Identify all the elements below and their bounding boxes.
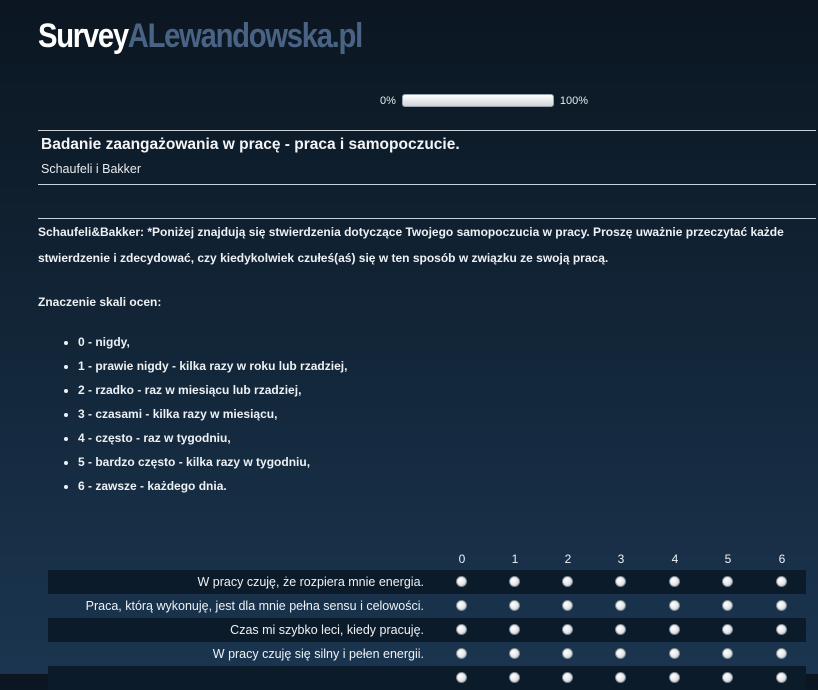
rating-radio-3[interactable] — [615, 576, 626, 587]
rating-radio-0[interactable] — [456, 576, 467, 587]
rating-radio-5[interactable] — [722, 576, 733, 587]
column-header-5: 5 — [724, 552, 732, 566]
scale-heading: Znaczenie skali ocen: — [38, 295, 162, 309]
scale-item: 4 - często - raz w tygodniu, — [78, 428, 347, 452]
survey-subtitle: Schaufeli i Bakker — [41, 162, 142, 176]
matrix-row — [48, 666, 806, 690]
description-text: Schaufeli&Bakker: *Poniżej znajdują się … — [38, 225, 784, 265]
rating-radio-2[interactable] — [562, 576, 573, 587]
column-header-4: 4 — [671, 552, 679, 566]
rating-radio-2[interactable] — [562, 624, 573, 635]
rating-radio-0[interactable] — [456, 624, 467, 635]
rating-radio-0[interactable] — [456, 600, 467, 611]
rating-radio-2[interactable] — [562, 648, 573, 659]
rating-radio-6[interactable] — [776, 648, 787, 659]
matrix-row: Praca, którą wykonuję, jest dla mnie peł… — [48, 594, 806, 618]
rating-radio-5[interactable] — [722, 600, 733, 611]
survey-title: Badanie zaangażowania w pracę - praca i … — [41, 136, 460, 153]
site-logo: SurveyALewandowska.pl — [38, 16, 363, 56]
rating-radio-4[interactable] — [669, 576, 680, 587]
matrix-row: Czas mi szybko leci, kiedy pracuję. — [48, 618, 806, 642]
rating-radio-1[interactable] — [509, 648, 520, 659]
rating-radio-4[interactable] — [669, 624, 680, 635]
progress-min-label: 0% — [380, 94, 396, 107]
progress-bar — [401, 94, 554, 107]
scale-item: 5 - bardzo często - kilka razy w tygodni… — [78, 452, 347, 476]
column-header-1: 1 — [511, 552, 519, 566]
progress-max-label: 100% — [559, 94, 589, 107]
scale-list: 0 - nigdy,1 - prawie nigdy - kilka razy … — [38, 332, 347, 500]
rating-radio-4[interactable] — [669, 648, 680, 659]
rating-radio-3[interactable] — [615, 624, 626, 635]
matrix-row: W pracy czuję, że rozpiera mnie energia. — [48, 570, 806, 594]
scale-item: 0 - nigdy, — [78, 332, 347, 356]
matrix-row: W pracy czuję się silny i pełen energii. — [48, 642, 806, 666]
question-label: Praca, którą wykonuję, jest dla mnie peł… — [85, 599, 424, 613]
survey-header: Badanie zaangażowania w pracę - praca i … — [38, 130, 816, 185]
logo-part-survey: Survey — [38, 17, 129, 55]
rating-matrix: 0 1 2 3 4 5 6 W pracy czuję, że rozpiera mnie … — [48, 548, 806, 690]
scale-item: 6 - zawsze - każdego dnia. — [78, 476, 347, 500]
rating-radio-6[interactable] — [776, 576, 787, 587]
column-header-3: 3 — [617, 552, 625, 566]
question-description: Schaufeli&Bakker: *Poniżej znajdują się … — [38, 218, 816, 271]
scale-item: 3 - czasami - kilka razy w miesiącu, — [78, 404, 347, 428]
scale-item: 1 - prawie nigdy - kilka razy w roku lub… — [78, 356, 347, 380]
rating-radio-0[interactable] — [456, 648, 467, 659]
question-label: W pracy czuję się silny i pełen energii. — [212, 647, 424, 661]
rating-radio-6[interactable] — [776, 600, 787, 611]
rating-radio-3[interactable] — [615, 600, 626, 611]
rating-radio-5[interactable] — [722, 624, 733, 635]
question-label: W pracy czuję, że rozpiera mnie energia. — [197, 575, 424, 589]
column-header-0: 0 — [458, 552, 466, 566]
rating-radio-1[interactable] — [509, 624, 520, 635]
progress-indicator: 0% 100% — [380, 94, 588, 107]
rating-radio-4[interactable] — [669, 600, 680, 611]
rating-radio-6[interactable] — [776, 624, 787, 635]
column-header-2: 2 — [564, 552, 572, 566]
logo-part-domain: ALewandowska.pl — [127, 17, 363, 55]
matrix-header: 0 1 2 3 4 5 6 — [48, 548, 806, 570]
scale-item: 2 - rzadko - raz w miesiącu lub rzadziej… — [78, 380, 347, 404]
rating-radio-1[interactable] — [509, 600, 520, 611]
rating-radio-1[interactable] — [509, 576, 520, 587]
rating-radio-5[interactable] — [722, 648, 733, 659]
rating-radio-3[interactable] — [615, 648, 626, 659]
question-label: Czas mi szybko leci, kiedy pracuję. — [230, 623, 424, 637]
column-header-6: 6 — [778, 552, 786, 566]
rating-radio-2[interactable] — [562, 600, 573, 611]
